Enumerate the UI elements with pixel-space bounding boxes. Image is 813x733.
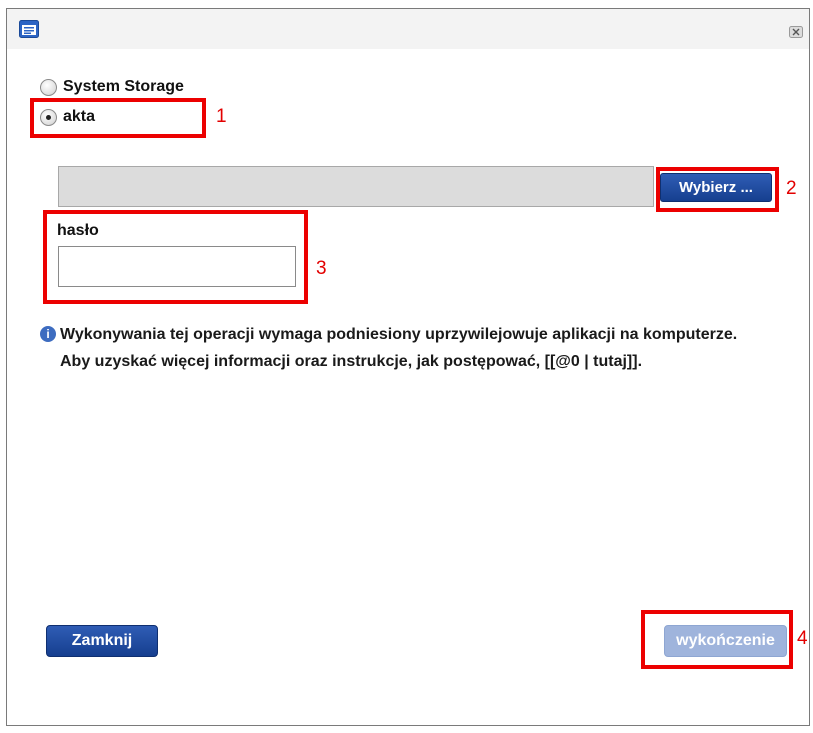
info-icon: i [40,326,56,342]
radio-button[interactable] [40,78,57,96]
annotation-box-4 [641,610,793,669]
info-message: Wykonywania tej operacji wymaga podniesi… [60,326,738,370]
annotation-box-2 [656,167,779,212]
annotation-number-1: 1 [216,106,227,127]
file-path-field[interactable] [58,166,654,207]
option-label: System Storage [63,78,184,95]
title-bar [7,9,809,49]
annotation-number-3: 3 [316,258,327,279]
annotation-box-3 [43,210,308,304]
annotation-box-1 [30,98,206,138]
annotation-number-2: 2 [786,178,797,199]
window-icon [19,20,39,38]
annotation-number-4: 4 [797,628,808,649]
close-button[interactable]: Zamknij [46,625,158,657]
option-system-storage[interactable]: System Storage [40,78,184,96]
close-icon[interactable] [789,26,803,38]
